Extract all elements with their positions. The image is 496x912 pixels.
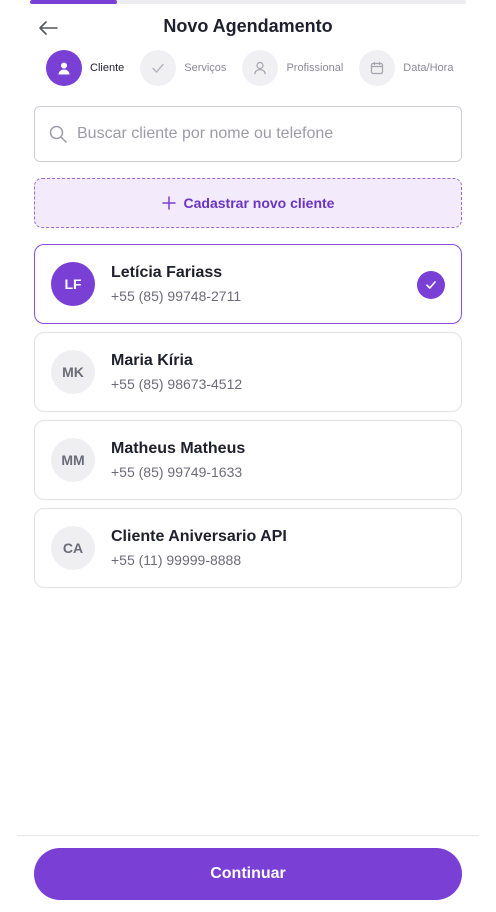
client-name: Matheus Matheus <box>111 440 246 457</box>
new-client-label: Cadastrar novo cliente <box>183 195 335 211</box>
client-name: Maria Kíria <box>111 352 193 369</box>
client-phone: +55 (11) 99999-8888 <box>111 552 242 568</box>
user-icon <box>58 62 70 75</box>
step-circle <box>359 50 396 86</box>
continue-button[interactable]: Continuar <box>34 848 462 900</box>
search-input[interactable] <box>77 125 437 143</box>
selected-check-badge <box>417 271 445 299</box>
step-data-hora[interactable]: Data/Hora <box>359 50 453 86</box>
client-info: Maria Kíria +55 (85) 98673-4512 <box>111 352 242 392</box>
client-phone: +55 (85) 98673-4512 <box>111 376 243 392</box>
avatar: CA <box>51 526 95 570</box>
client-name: Letícia Fariass <box>111 264 223 281</box>
calendar-icon <box>371 62 384 75</box>
avatar: MM <box>51 438 95 482</box>
step-profissional[interactable]: Profissional <box>242 50 343 86</box>
new-appointment-screen: Novo Agendamento Cliente Serviços Profis… <box>0 0 496 912</box>
avatar: LF <box>51 262 95 306</box>
progress-bar <box>30 0 466 4</box>
client-card-maria[interactable]: MK Maria Kíria +55 (85) 98673-4512 <box>34 332 462 412</box>
page-title: Novo Agendamento <box>163 16 333 36</box>
client-info: Matheus Matheus +55 (85) 99749-1633 <box>111 440 245 480</box>
step-circle <box>46 50 82 86</box>
check-icon <box>152 63 164 73</box>
step-servicos[interactable]: Serviços <box>140 50 226 86</box>
footer-divider <box>17 835 479 836</box>
plus-icon <box>161 196 176 210</box>
user-outline-icon <box>254 61 267 75</box>
client-card-leticia[interactable]: LF Letícia Fariass +55 (85) 99748-2711 <box>34 244 462 324</box>
client-name: Cliente Aniversario API <box>111 528 287 545</box>
step-circle <box>140 50 177 86</box>
step-circle <box>242 50 279 86</box>
search-box[interactable] <box>34 106 462 162</box>
client-info: Cliente Aniversario API +55 (11) 99999-8… <box>111 528 287 568</box>
step-label: Cliente <box>90 62 125 74</box>
progress-bar-fill <box>30 0 118 4</box>
new-client-button[interactable]: Cadastrar novo cliente <box>34 178 462 228</box>
stepper: Cliente Serviços Profissional Data/Hora <box>46 50 496 86</box>
client-info: Letícia Fariass +55 (85) 99748-2711 <box>111 264 241 304</box>
step-cliente[interactable]: Cliente <box>46 50 124 86</box>
check-icon <box>426 281 436 289</box>
client-phone: +55 (85) 99748-2711 <box>111 288 242 304</box>
client-phone: +55 (85) 99749-1633 <box>111 464 243 480</box>
avatar: MK <box>51 350 95 394</box>
step-label: Profissional <box>286 62 344 74</box>
step-label: Serviços <box>184 62 227 74</box>
step-label: Data/Hora <box>403 62 454 74</box>
client-card-cliente-aniversario[interactable]: CA Cliente Aniversario API +55 (11) 9999… <box>34 508 462 588</box>
search-icon <box>49 125 67 143</box>
client-card-matheus[interactable]: MM Matheus Matheus +55 (85) 99749-1633 <box>34 420 462 500</box>
